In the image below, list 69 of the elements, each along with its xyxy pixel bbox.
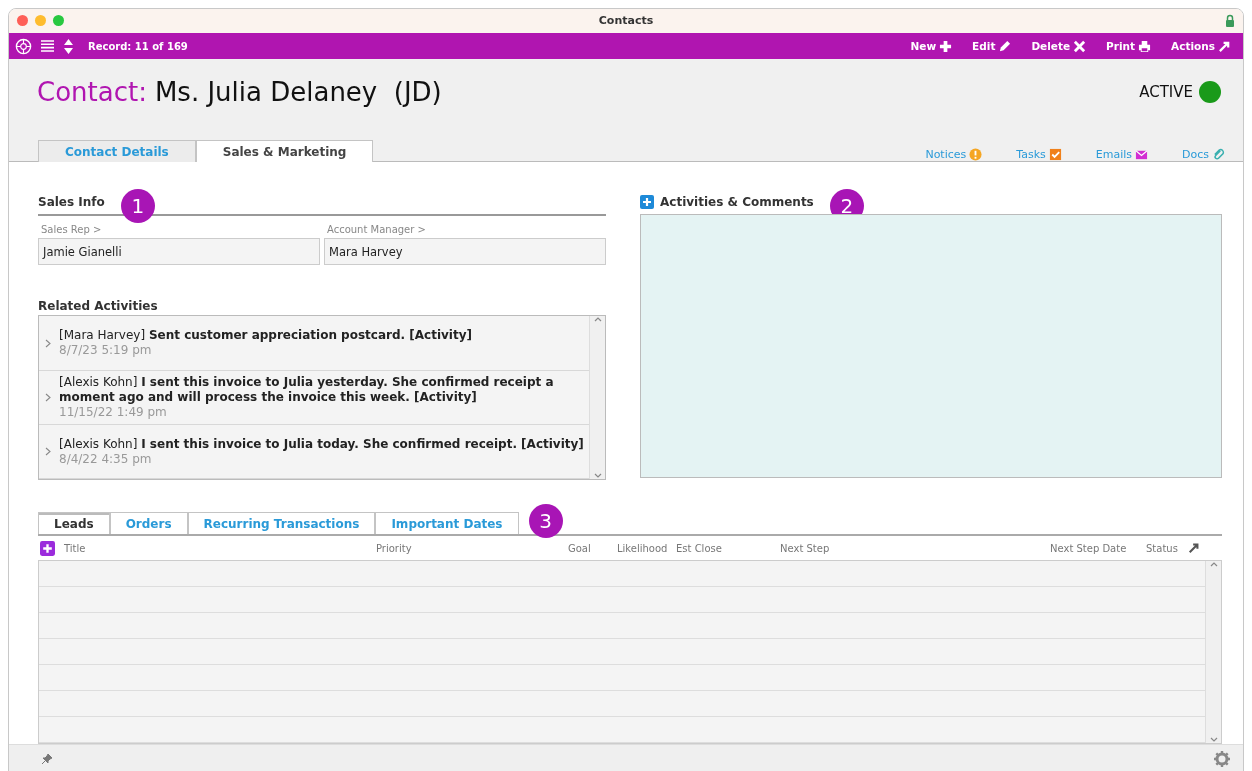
add-icon[interactable]	[640, 195, 654, 210]
column-header: Next Step	[780, 542, 831, 554]
column-header: Priority	[376, 542, 413, 554]
chevron-icon[interactable]	[45, 447, 51, 457]
actions-button[interactable]: Actions	[1165, 39, 1237, 53]
scroll-up-icon[interactable]	[1209, 561, 1218, 568]
status-label: ACTIVE	[1139, 83, 1193, 102]
edit-button[interactable]: Edit	[966, 39, 1018, 53]
section-title: Related Activities	[38, 299, 159, 314]
step-badge: 1	[120, 189, 155, 224]
tab[interactable]: Orders	[109, 512, 188, 535]
scrollbar[interactable]	[589, 316, 605, 480]
scroll-up-icon[interactable]	[593, 316, 602, 323]
column-header: Goal	[568, 542, 592, 554]
activity-item[interactable]: [Alexis Kohn] I sent this invoice to Julia yesterday. She confirmed receipt a moment ago and will process the invoice this week. [Activity] 11/15/22 1:49 pm	[39, 370, 589, 426]
column-header: Status	[1146, 542, 1179, 554]
tab[interactable]: Leads	[38, 512, 110, 535]
record-type-label: Contact:	[37, 77, 147, 108]
printer-icon	[1138, 39, 1152, 53]
section-title: Sales Info	[38, 195, 105, 210]
record-counter: Record: 11 of 169	[88, 40, 188, 52]
activity-item[interactable]: [Mara Harvey] Sent customer appreciation postcard. [Activity] 8/7/23 5:19 pm	[39, 316, 589, 371]
column-header: Est Close	[676, 542, 723, 554]
activity-date: 8/4/22 4:35 pm	[59, 451, 153, 467]
close-icon	[1073, 39, 1087, 53]
step-badge: 3	[528, 504, 563, 539]
menu-icon[interactable]	[40, 39, 55, 54]
scroll-down-icon[interactable]	[593, 473, 602, 480]
paperclip-icon	[1212, 148, 1225, 162]
arrow-icon	[1218, 39, 1231, 53]
print-button[interactable]: Print	[1100, 39, 1158, 53]
input-field[interactable]: Mara Harvey	[324, 238, 606, 266]
chevron-icon[interactable]	[45, 392, 51, 402]
window-title: Contacts	[598, 14, 654, 28]
envelope-icon	[1135, 148, 1148, 162]
chevron-icon[interactable]	[45, 338, 51, 348]
activity-date: 8/7/23 5:19 pm	[59, 343, 153, 359]
input-field[interactable]: Jamie Gianelli	[38, 238, 320, 266]
add-icon[interactable]	[40, 540, 55, 556]
field-label[interactable]: Sales Rep >	[41, 224, 320, 236]
checkbox-icon	[1048, 148, 1062, 162]
globe-icon[interactable]	[15, 37, 32, 55]
activity-text: [Alexis Kohn] I sent this invoice to Julia yesterday. She confirmed receipt a moment ago and will process the invoice this week. [Activity]	[59, 374, 555, 405]
activity-text: [Mara Harvey] Sent customer appreciation postcard. [Activity]	[59, 328, 472, 344]
column-header: Likelihood	[617, 542, 669, 554]
plus-icon	[939, 39, 953, 53]
tab[interactable]: Recurring Transactions	[187, 512, 376, 535]
warning-icon	[969, 148, 983, 162]
section-title: Activities & Comments	[660, 195, 814, 210]
gear-icon[interactable]	[1213, 749, 1231, 768]
column-header: Next Step Date	[1050, 542, 1128, 554]
up-down-icon[interactable]	[63, 37, 74, 55]
activity-item[interactable]: [Alexis Kohn] I sent this invoice to Julia today. She confirmed receipt. [Activity] 8/4/22 4:35 pm	[39, 425, 589, 480]
activity-text: [Alexis Kohn] I sent this invoice to Julia today. She confirmed receipt. [Activity]	[59, 436, 584, 452]
new-button[interactable]: New	[904, 39, 959, 53]
tab[interactable]: Sales & Marketing	[195, 140, 374, 163]
contact-name: Ms. Julia Delaney (JD)	[154, 77, 442, 108]
scroll-down-icon[interactable]	[1209, 737, 1218, 744]
activity-date: 11/15/22 1:49 pm	[59, 404, 168, 420]
zoom-button[interactable]	[53, 15, 64, 27]
field-label[interactable]: Account Manager >	[327, 224, 606, 236]
pencil-icon	[998, 39, 1012, 53]
column-header: Title	[64, 542, 87, 554]
arrow-icon[interactable]	[1188, 542, 1200, 555]
pin-icon[interactable]	[41, 752, 53, 765]
tab[interactable]: Important Dates	[375, 512, 519, 535]
close-button[interactable]	[17, 15, 28, 27]
delete-button[interactable]: Delete	[1025, 39, 1093, 53]
scrollbar[interactable]	[1205, 561, 1221, 744]
